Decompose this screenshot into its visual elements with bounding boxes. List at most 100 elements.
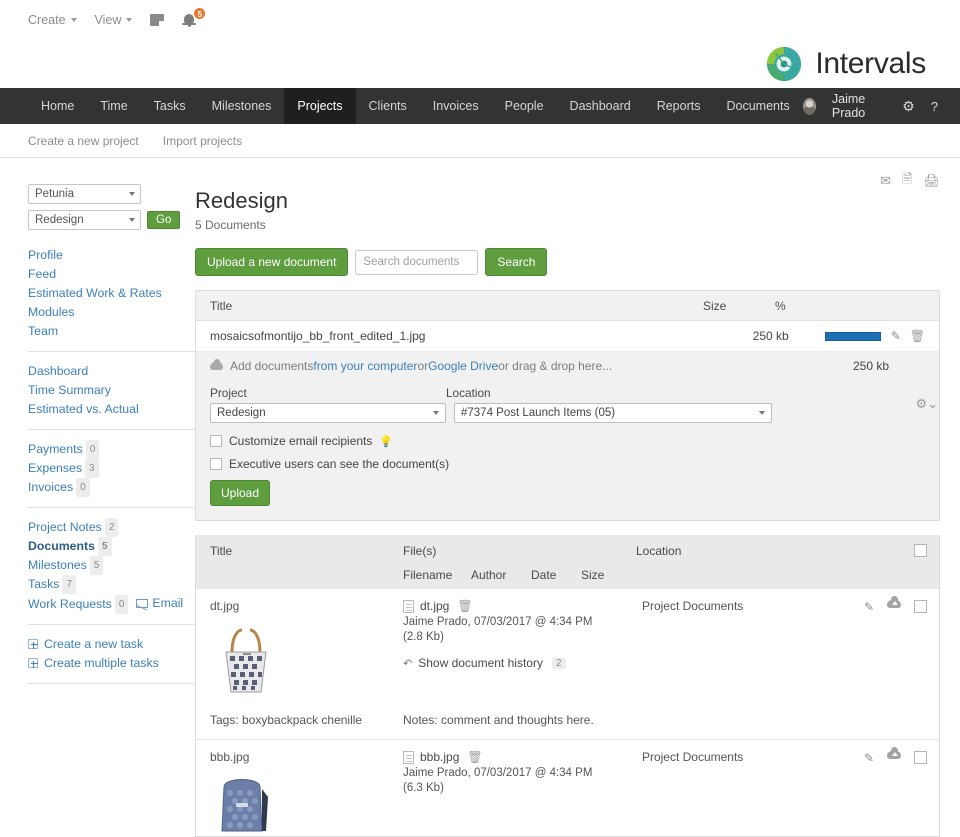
sidebar-item-invoices[interactable]: Invoices 0 bbox=[28, 478, 195, 497]
executive-users-checkbox[interactable] bbox=[210, 458, 222, 470]
sidebar: Petunia Redesign Go Profile Feed Estimat… bbox=[0, 158, 195, 837]
sidebar-item-count: 7 bbox=[62, 575, 76, 594]
create-menu[interactable]: Create bbox=[28, 13, 77, 27]
nav-item-tasks[interactable]: Tasks bbox=[141, 88, 199, 124]
upload-project-select[interactable]: Redesign bbox=[210, 403, 446, 423]
select-all-checkbox[interactable] bbox=[914, 544, 927, 557]
lightbulb-icon[interactable]: 💡 bbox=[379, 435, 393, 448]
delete-icon[interactable]: 🗑 bbox=[457, 599, 472, 613]
dropzone-row[interactable]: Add documents from your computer or Goog… bbox=[196, 352, 939, 380]
note-icon[interactable] bbox=[150, 14, 165, 26]
col-date: Date bbox=[531, 568, 557, 582]
row-actions: ✎ bbox=[864, 747, 927, 836]
col-location: Location bbox=[636, 544, 682, 558]
sidebar-item-tasks[interactable]: Tasks 7 bbox=[28, 575, 195, 594]
nav-item-invoices[interactable]: Invoices bbox=[420, 88, 492, 124]
file-meta: Jaime Prado, 07/03/2017 @ 4:34 PM (6.3 K… bbox=[403, 766, 639, 796]
current-user-name[interactable]: Jaime Prado bbox=[832, 92, 886, 120]
sidebar-item-work-requests[interactable]: Work Requests 0 Email bbox=[28, 594, 195, 614]
client-select[interactable]: Petunia bbox=[28, 184, 141, 204]
email-icon[interactable]: ✉ bbox=[880, 173, 891, 189]
edit-icon[interactable]: ✎ bbox=[864, 751, 874, 765]
sidebar-item-dashboard[interactable]: Dashboard bbox=[28, 362, 195, 381]
row-checkbox[interactable] bbox=[914, 751, 927, 764]
file-line: bbb.jpg 🗑 bbox=[403, 750, 639, 764]
sidebar-item-project-notes[interactable]: Project Notes 2 bbox=[28, 518, 195, 537]
upload-new-document-button[interactable]: Upload a new document bbox=[195, 248, 349, 276]
file-name[interactable]: dt.jpg bbox=[420, 599, 449, 613]
sidebar-item-expenses[interactable]: Expenses 3 bbox=[28, 459, 195, 478]
nav-item-reports[interactable]: Reports bbox=[644, 88, 714, 124]
sidebar-item-time-summary[interactable]: Time Summary bbox=[28, 381, 195, 400]
chevron-down-icon bbox=[70, 18, 77, 22]
import-projects-link[interactable]: Import projects bbox=[163, 134, 242, 148]
from-computer-link[interactable]: from your computer bbox=[313, 359, 417, 373]
sidebar-item-create-new-task[interactable]: Create a new task bbox=[28, 635, 195, 654]
go-button[interactable]: Go bbox=[147, 211, 181, 229]
sidebar-item-modules[interactable]: Modules bbox=[28, 303, 195, 322]
table-settings-gear-icon[interactable]: ⚙⌄ bbox=[915, 396, 938, 412]
sidebar-item-create-multiple-tasks[interactable]: Create multiple tasks bbox=[28, 654, 195, 673]
documents-table: Title File(s) Location Filename Author D… bbox=[195, 535, 940, 837]
nav-item-time[interactable]: Time bbox=[87, 88, 140, 124]
sidebar-item-feed[interactable]: Feed bbox=[28, 265, 195, 284]
table-row: bbb.jpg bbb.jpg 🗑 Jaime Prado, 07/03/201… bbox=[196, 739, 939, 836]
view-menu[interactable]: View bbox=[95, 13, 133, 27]
nav-item-documents[interactable]: Documents bbox=[713, 88, 802, 124]
sidebar-item-team[interactable]: Team bbox=[28, 322, 195, 341]
sidebar-item-estimated-vs-actual[interactable]: Estimated vs. Actual bbox=[28, 400, 195, 419]
notifications-button[interactable]: 5 bbox=[182, 7, 207, 29]
search-input[interactable] bbox=[355, 249, 479, 275]
email-link[interactable]: Email bbox=[136, 594, 183, 613]
plus-box-icon bbox=[28, 658, 38, 668]
file-name[interactable]: bbb.jpg bbox=[420, 750, 459, 764]
project-select[interactable]: Redesign bbox=[28, 210, 141, 230]
col-author: Author bbox=[471, 568, 507, 582]
customize-email-checkbox[interactable] bbox=[210, 435, 222, 447]
sidebar-item-estimated-work-rates[interactable]: Estimated Work & Rates bbox=[28, 284, 195, 303]
edit-icon[interactable]: ✎ bbox=[891, 329, 901, 343]
tote-bag-thumbnail[interactable] bbox=[210, 622, 403, 699]
print-icon[interactable]: 🖨 bbox=[923, 173, 940, 189]
nav-item-people[interactable]: People bbox=[492, 88, 557, 124]
help-icon[interactable]: ? bbox=[931, 99, 938, 114]
sidebar-item-count: 5 bbox=[89, 556, 104, 575]
upload-location-value: #7374 Post Launch Items (05) bbox=[461, 407, 616, 419]
sidebar-item-label: Work Requests bbox=[28, 597, 112, 611]
delete-icon[interactable]: 🗑 bbox=[910, 329, 925, 343]
nav-item-clients[interactable]: Clients bbox=[356, 88, 420, 124]
nav-item-dashboard[interactable]: Dashboard bbox=[557, 88, 644, 124]
document-title-text: dt.jpg bbox=[210, 599, 240, 613]
search-button[interactable]: Search bbox=[485, 248, 548, 276]
sidebar-item-profile[interactable]: Profile bbox=[28, 246, 195, 265]
sidebar-item-label: Create multiple tasks bbox=[44, 656, 159, 670]
delete-icon[interactable]: 🗑 bbox=[467, 750, 482, 764]
sidebar-item-label: Milestones bbox=[28, 558, 87, 572]
nav-item-home[interactable]: Home bbox=[28, 88, 87, 124]
create-new-project-link[interactable]: Create a new project bbox=[28, 134, 139, 148]
gear-icon[interactable]: ⚙ bbox=[902, 98, 915, 115]
upload-location-select[interactable]: #7374 Post Launch Items (05) bbox=[454, 403, 772, 423]
upload-submit-button[interactable]: Upload bbox=[210, 480, 271, 506]
backpack-thumbnail[interactable] bbox=[210, 773, 403, 836]
nav-item-projects[interactable]: Projects bbox=[284, 88, 356, 124]
sidebar-item-documents[interactable]: Documents 5 bbox=[28, 537, 195, 556]
header-row-primary: Title File(s) Location bbox=[210, 544, 927, 558]
cloud-upload-icon[interactable] bbox=[887, 747, 901, 759]
col-spacer-e bbox=[636, 568, 927, 582]
sidebar-item-payments[interactable]: Payments 0 bbox=[28, 440, 195, 459]
edit-icon[interactable]: ✎ bbox=[864, 600, 874, 614]
row-checkbox[interactable] bbox=[914, 600, 927, 613]
sidebar-item-milestones[interactable]: Milestones 5 bbox=[28, 556, 195, 575]
history-icon: ↶ bbox=[403, 657, 413, 670]
sidebar-item-count: 0 bbox=[76, 478, 90, 497]
file-meta-size: (2.8 Kb) bbox=[403, 631, 444, 643]
nav-item-milestones[interactable]: Milestones bbox=[199, 88, 285, 124]
upload-form-controls: Redesign #7374 Post Launch Items (05) bbox=[210, 403, 925, 423]
google-drive-link[interactable]: Google Drive bbox=[428, 359, 498, 373]
col-title: Title bbox=[210, 544, 233, 558]
pdf-icon[interactable]: 🗎 bbox=[902, 170, 912, 192]
show-document-history-link[interactable]: ↶ Show document history 2 bbox=[403, 656, 639, 670]
document-actions: Upload a new document Search bbox=[195, 248, 940, 276]
cloud-upload-icon[interactable] bbox=[887, 596, 901, 608]
